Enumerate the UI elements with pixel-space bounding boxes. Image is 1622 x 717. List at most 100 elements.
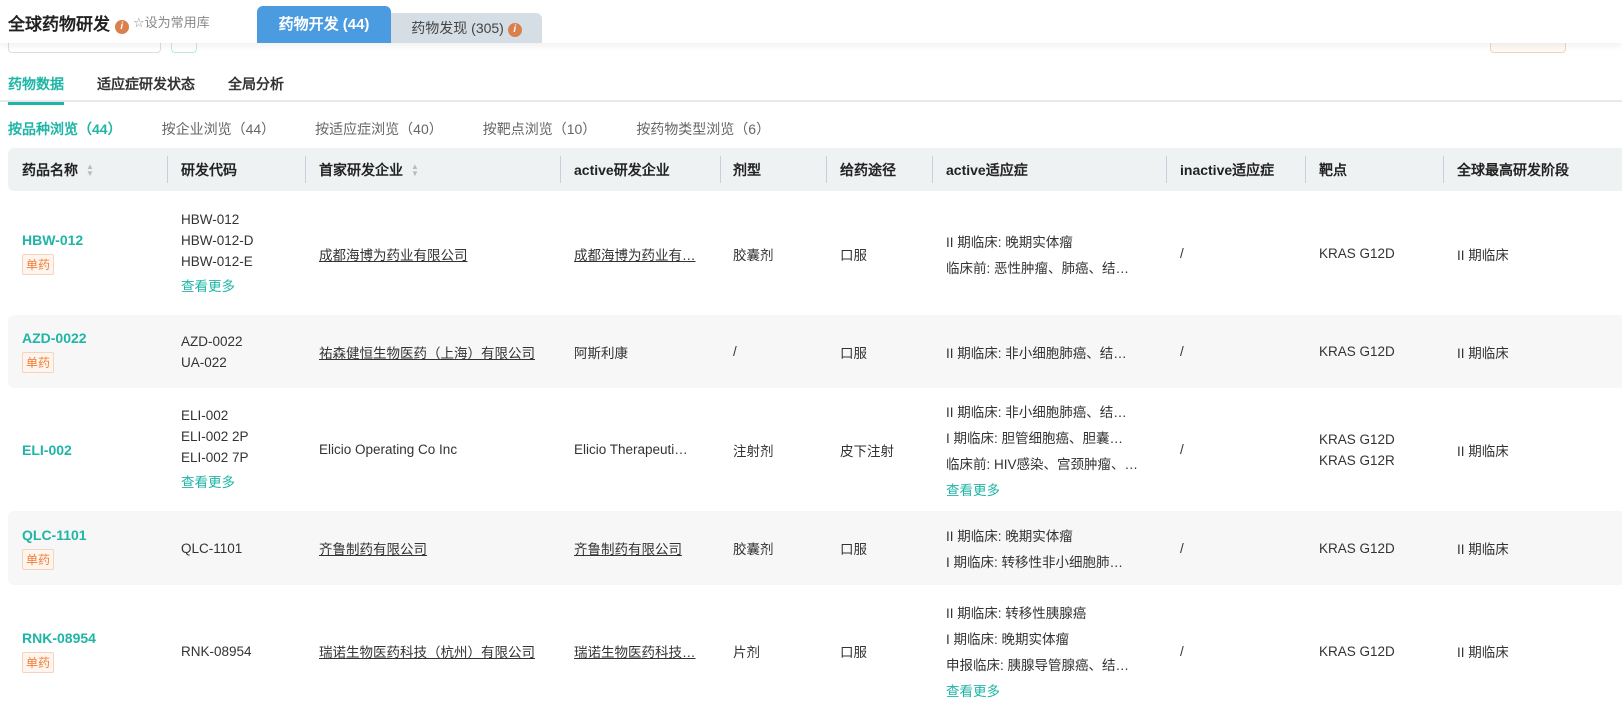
browse-by-variety[interactable]: 按品种浏览（44） (8, 119, 122, 139)
route: 口服 (840, 645, 867, 660)
browse-by-drug-type[interactable]: 按药物类型浏览（6） (636, 119, 770, 139)
table-cell: II 期临床: 非小细胞肺癌、结… I 期临床: 胆管细胞癌、胆囊… 临床前: HI… (946, 388, 1138, 511)
table-cell: RNK-08954 单药 (22, 585, 96, 717)
view-more-link[interactable]: 查看更多 (946, 680, 1129, 700)
browse-by-company[interactable]: 按企业浏览（44） (162, 119, 276, 139)
rd-code: ELI-002 7P (181, 450, 249, 465)
column-header[interactable]: 药品名称 ▲ ▼ (22, 148, 94, 191)
info-icon[interactable]: i (114, 20, 129, 34)
star-icon: ☆ (133, 15, 145, 30)
highest-phase: II 期临床 (1457, 443, 1509, 459)
table-cell: 齐鲁制药有限公司 (319, 511, 427, 585)
dosage-form: / (733, 344, 737, 359)
drug-name-link[interactable]: HBW-012 (22, 232, 83, 248)
first-company-link[interactable]: 齐鲁制药有限公司 (319, 538, 427, 558)
sort-icon[interactable]: ▲ ▼ (86, 162, 94, 177)
dosage-form: 片剂 (733, 645, 760, 660)
column-header: active研发企业 (574, 148, 670, 191)
column-separator[interactable] (560, 156, 561, 183)
first-company-link[interactable]: 祐森健恒生物医药（上海）有限公司 (319, 342, 535, 362)
table-cell: KRAS G12D (1319, 511, 1395, 585)
table-cell: / (733, 315, 737, 388)
tab-drug-discovery[interactable]: 药物发现 (305) i (391, 13, 542, 43)
column-separator[interactable] (305, 156, 306, 183)
table-cell: AZD-0022 UA-022 (181, 315, 243, 388)
dosage-form: 注射剂 (733, 443, 774, 459)
dosage-form: 胶囊剂 (733, 247, 774, 263)
column-separator[interactable] (826, 156, 827, 183)
column-separator[interactable] (932, 156, 933, 183)
table-cell: II 期临床: 晚期实体瘤 临床前: 恶性肿瘤、肺癌、结… (946, 192, 1129, 315)
info-icon[interactable]: i (507, 23, 522, 37)
inactive-indication: / (1180, 643, 1184, 659)
single-drug-badge: 单药 (22, 254, 55, 275)
table-cell: KRAS G12D (1319, 315, 1395, 388)
browse-by-indication[interactable]: 按适应症浏览（40） (315, 119, 443, 139)
active-indication: II 期临床: 晚期实体瘤 (946, 529, 1073, 544)
column-header[interactable]: 首家研发企业 ▲ ▼ (319, 148, 419, 191)
target: KRAS G12D (1319, 431, 1395, 447)
table-cell: II 期临床 (1457, 315, 1509, 388)
column-header: 全球最高研发阶段 (1457, 148, 1569, 191)
table-cell: HBW-012 单药 (22, 192, 83, 315)
column-separator[interactable] (1166, 156, 1167, 183)
table-cell: RNK-08954 (181, 585, 252, 717)
active-indication: I 期临床: 转移性非小细胞肺… (946, 555, 1124, 570)
table-cell: / (1180, 192, 1184, 315)
single-drug-badge: 单药 (22, 548, 55, 570)
set-favorite-button[interactable]: ☆设为常用库 (133, 12, 210, 31)
active-indication: II 期临床: 转移性胰腺癌 (946, 606, 1087, 621)
active-company-link[interactable]: 成都海博为药业有… (574, 244, 696, 264)
tab-drug-development[interactable]: 药物开发 (44) (257, 6, 391, 43)
browse-by-target[interactable]: 按靶点浏览（10） (483, 119, 597, 139)
drug-name-link[interactable]: ELI-002 (22, 442, 72, 458)
highest-phase: II 期临床 (1457, 542, 1509, 557)
first-company-link[interactable]: 瑞诺生物医药科技（杭州）有限公司 (319, 641, 535, 661)
single-drug-badge: 单药 (22, 651, 55, 673)
rd-code: ELI-002 (181, 408, 229, 423)
table-cell: 口服 (840, 192, 867, 315)
highest-phase: II 期临床 (1457, 247, 1509, 263)
view-more-link[interactable]: 查看更多 (946, 479, 1138, 499)
active-indication: I 期临床: 胆管细胞癌、胆囊… (946, 430, 1124, 446)
view-more-link[interactable]: 查看更多 (181, 275, 254, 295)
drug-name-link[interactable]: AZD-0022 (22, 330, 87, 346)
route: 口服 (840, 247, 867, 263)
sort-icon[interactable]: ▲ ▼ (411, 162, 419, 177)
table-row: RNK-08954 单药 RNK-08954 瑞诺生物医药科技（杭州）有限公司 瑞诺生物… (8, 585, 1622, 717)
column-separator[interactable] (720, 156, 721, 183)
table-cell: II 期临床: 转移性胰腺癌 I 期临床: 晚期实体瘤 申报临床: 胰腺导管腺癌、结… (946, 585, 1129, 717)
single-drug-badge: 单药 (22, 352, 55, 373)
column-header-label: 剂型 (733, 161, 761, 178)
table-cell: 注射剂 (733, 388, 774, 511)
table-cell: 成都海博为药业有… (574, 192, 696, 315)
column-separator[interactable] (1305, 156, 1306, 183)
table-row: AZD-0022 单药 AZD-0022 UA-022 祐森健恒生物医药（上海）有限公司… (8, 315, 1622, 388)
column-header: 研发代码 (181, 148, 237, 191)
table-cell: QLC-1101 单药 (22, 511, 87, 585)
rd-code: HBW-012-D (181, 233, 254, 248)
highest-phase: II 期临床 (1457, 345, 1509, 361)
view-more-link[interactable]: 查看更多 (181, 471, 249, 491)
column-separator[interactable] (1443, 156, 1444, 183)
inactive-indication: / (1180, 246, 1184, 261)
dosage-form: 胶囊剂 (733, 542, 774, 557)
first-company-link[interactable]: 成都海博为药业有限公司 (319, 244, 468, 264)
drug-name-link[interactable]: QLC-1101 (22, 527, 87, 543)
table-cell: II 期临床 (1457, 192, 1509, 315)
active-company-link[interactable]: 瑞诺生物医药科技… (574, 641, 696, 661)
rd-code: ELI-002 2P (181, 429, 249, 444)
inactive-indication: / (1180, 540, 1184, 556)
drug-name-link[interactable]: RNK-08954 (22, 630, 96, 646)
target: KRAS G12D (1319, 643, 1395, 659)
column-separator[interactable] (167, 156, 168, 183)
column-header: inactive适应症 (1180, 148, 1274, 191)
active-company: 阿斯利康 (574, 345, 628, 361)
highest-phase: II 期临床 (1457, 645, 1509, 660)
table-cell: KRAS G12D (1319, 585, 1395, 717)
table-cell: / (1180, 388, 1184, 511)
table-cell: 皮下注射 (840, 388, 894, 511)
column-header-label: 研发代码 (181, 161, 237, 178)
table-cell: 阿斯利康 (574, 315, 628, 388)
active-company-link[interactable]: 齐鲁制药有限公司 (574, 538, 682, 558)
